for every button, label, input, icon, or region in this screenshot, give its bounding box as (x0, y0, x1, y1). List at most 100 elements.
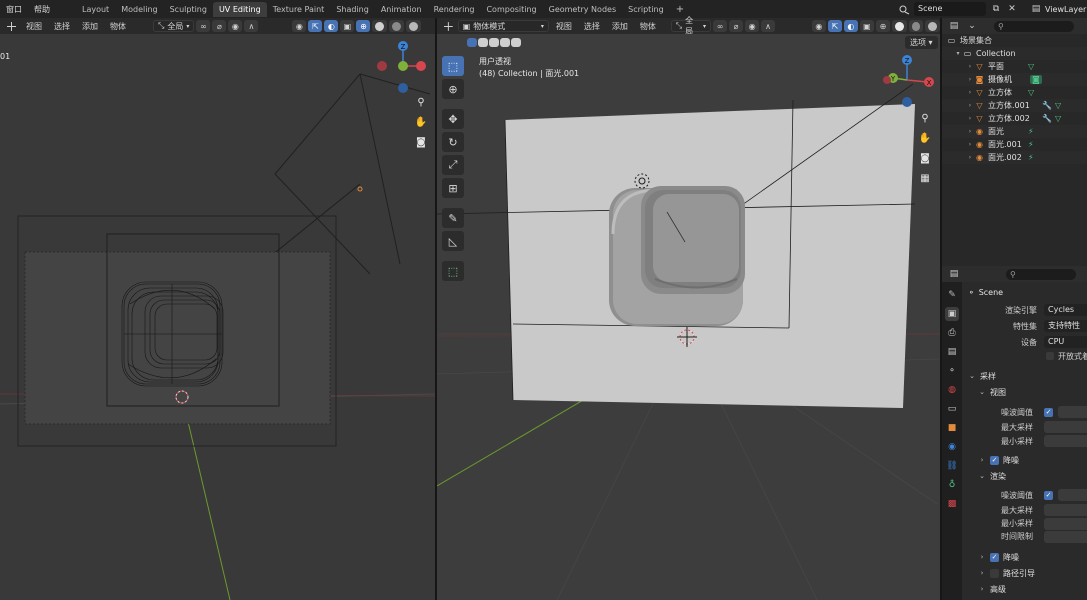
min-samples-field[interactable] (1044, 435, 1087, 447)
pan-hand-icon[interactable]: ✋ (917, 130, 933, 146)
menu-window[interactable]: 窗口 (0, 4, 28, 15)
outliner-row-object[interactable]: › ◉ 面光 ⚡ (942, 125, 1087, 138)
expand-arrow-icon[interactable]: ▾ (954, 50, 962, 57)
texture-tab-icon[interactable]: ▩ (945, 497, 959, 511)
editor-type-icon[interactable] (441, 20, 456, 32)
advanced-section[interactable]: › 高级 (962, 581, 1087, 597)
select-subtract-icon[interactable] (489, 38, 499, 47)
pivot-icon[interactable]: ∞ (196, 20, 211, 32)
data-tab-icon[interactable]: ♁ (945, 478, 959, 492)
noise-threshold-field[interactable] (1058, 406, 1087, 418)
tab-modeling[interactable]: Modeling (115, 2, 163, 17)
mesh-data-icon[interactable]: ▽ (1028, 88, 1034, 97)
menu-add[interactable]: 添加 (607, 21, 633, 32)
delete-scene-icon[interactable]: ✕ (1006, 3, 1018, 15)
modifier-icon[interactable]: 🔧 (1042, 114, 1052, 123)
view-layer-tab-icon[interactable]: ▤ (945, 345, 959, 359)
expand-arrow-icon[interactable]: › (966, 63, 974, 70)
xray-toggle-icon[interactable]: ▣ (340, 20, 355, 32)
select-set-icon[interactable] (467, 38, 477, 47)
shading-rendered-icon[interactable] (406, 20, 422, 32)
transform-orientation-select[interactable]: ⤡ 全局 ▾ (153, 20, 195, 32)
expand-arrow-icon[interactable]: › (966, 128, 974, 135)
feature-set-select[interactable]: 支持特性 (1044, 320, 1087, 332)
expand-arrow-icon[interactable]: › (966, 115, 974, 122)
editor-type-icon[interactable]: ▤ (948, 268, 960, 280)
outliner-row-object[interactable]: › ▽ 平面 ▽ (942, 60, 1087, 73)
shading-solid-icon[interactable] (891, 20, 907, 32)
tab-animation[interactable]: Animation (375, 2, 428, 17)
tab-sculpting[interactable]: Sculpting (164, 2, 213, 17)
select-intersect-icon[interactable] (511, 38, 521, 47)
shading-rendered-icon[interactable] (925, 20, 941, 32)
viewlayer-icon[interactable]: ▤ (1030, 3, 1042, 15)
denoise-checkbox[interactable]: ✓ (990, 552, 999, 562)
expand-arrow-icon[interactable]: › (966, 89, 974, 96)
snap-icon[interactable]: ⌀ (729, 20, 744, 32)
menu-object[interactable]: 物体 (635, 21, 661, 32)
visibility-icon[interactable]: ◉ (811, 20, 826, 32)
viewport-denoise-section[interactable]: › ✓ 降噪 (962, 452, 1087, 468)
mesh-data-icon[interactable]: ▽ (1028, 62, 1034, 71)
modifier-icon[interactable]: 🔧 (1042, 101, 1052, 110)
min-samples-field[interactable] (1044, 517, 1087, 530)
camera-view-icon[interactable]: ◙ (917, 150, 933, 166)
pivot-icon[interactable]: ∞ (713, 20, 728, 32)
outliner-row-object[interactable]: › ◉ 面光.001 ⚡ (942, 138, 1087, 151)
render-denoise-section[interactable]: › ✓ 降噪 (962, 549, 1087, 565)
outliner-row-scene-collection[interactable]: ▭ 场景集合 (942, 34, 1087, 47)
shading-material-icon[interactable] (908, 20, 924, 32)
measure-tool-icon[interactable]: ◺ (442, 231, 464, 251)
move-tool-icon[interactable]: ✥ (442, 109, 464, 129)
shading-wireframe-icon[interactable]: ⊕ (875, 20, 890, 32)
rotate-tool-icon[interactable]: ↻ (442, 132, 464, 152)
options-button[interactable]: 选项 ▾ (905, 36, 938, 49)
camera-data-icon[interactable]: ◙ (1030, 75, 1042, 84)
light-data-icon[interactable]: ⚡ (1028, 127, 1034, 136)
max-samples-field[interactable] (1044, 421, 1087, 433)
menu-view[interactable]: 视图 (551, 21, 577, 32)
menu-select[interactable]: 选择 (49, 21, 75, 32)
viewport-section-header[interactable]: ⌄ 视图 (962, 384, 1087, 400)
outliner-search-input[interactable]: ⚲ (994, 20, 1074, 32)
constraints-tab-icon[interactable]: ⛓ (945, 459, 959, 473)
select-box-tool-icon[interactable]: ⬚ (442, 56, 464, 76)
visibility-icon[interactable]: ◉ (292, 20, 307, 32)
expand-arrow-icon[interactable]: › (966, 154, 974, 161)
physics-tab-icon[interactable]: ◉ (945, 440, 959, 454)
outliner-row-object[interactable]: › ▽ 立方体.001 🔧 ▽ (942, 99, 1087, 112)
tab-uv-editing[interactable]: UV Editing (212, 1, 267, 17)
transform-orientation-select[interactable]: ⤡ 全局 ▾ (670, 16, 712, 36)
path-guiding-section[interactable]: › 路径引导 (962, 565, 1087, 581)
light-data-icon[interactable]: ⚡ (1028, 140, 1034, 149)
expand-arrow-icon[interactable]: › (966, 102, 974, 109)
tab-scripting[interactable]: Scripting (622, 2, 670, 17)
cursor-tool-icon[interactable]: ⊕ (442, 79, 464, 99)
scale-tool-icon[interactable]: ⤢ (442, 155, 464, 175)
light-data-icon[interactable]: ⚡ (1028, 153, 1034, 162)
viewlayer-name[interactable]: ViewLayer (1045, 5, 1086, 14)
proportional-edit-icon[interactable]: ◉ (745, 20, 760, 32)
menu-help[interactable]: 帮助 (28, 4, 56, 15)
output-tab-icon[interactable]: ⎙ (945, 326, 959, 340)
pan-hand-icon[interactable]: ✋ (413, 114, 429, 130)
expand-arrow-icon[interactable]: › (966, 76, 974, 83)
tab-layout[interactable]: Layout (76, 2, 115, 17)
right-3d-viewport[interactable]: 选项 ▾ ⬚ ⊕ ✥ ↻ ⤢ ⊞ ✎ ◺ ⬚ 用户透视 (48) Collect… (437, 34, 940, 600)
gizmo-toggle-icon[interactable]: ⇱ (827, 20, 842, 32)
new-scene-icon[interactable]: ⧉ (990, 3, 1002, 15)
path-guiding-checkbox[interactable] (990, 568, 999, 578)
properties-search-input[interactable]: ⚲ (1006, 268, 1076, 280)
open-shading-checkbox[interactable] (1046, 352, 1054, 360)
xray-toggle-icon[interactable]: ▣ (859, 20, 874, 32)
proportional-edit-icon[interactable]: ◉ (228, 20, 243, 32)
transform-tool-icon[interactable]: ⊞ (442, 178, 464, 198)
render-section-header[interactable]: ⌄ 渲染 (962, 468, 1087, 484)
outliner-row-object[interactable]: › ▽ 立方体.002 🔧 ▽ (942, 112, 1087, 125)
menu-select[interactable]: 选择 (579, 21, 605, 32)
tab-shading[interactable]: Shading (330, 2, 375, 17)
zoom-icon[interactable]: ⚲ (413, 94, 429, 110)
time-limit-field[interactable] (1044, 530, 1087, 543)
tab-compositing[interactable]: Compositing (480, 2, 542, 17)
add-workspace-button[interactable]: + (670, 4, 690, 15)
